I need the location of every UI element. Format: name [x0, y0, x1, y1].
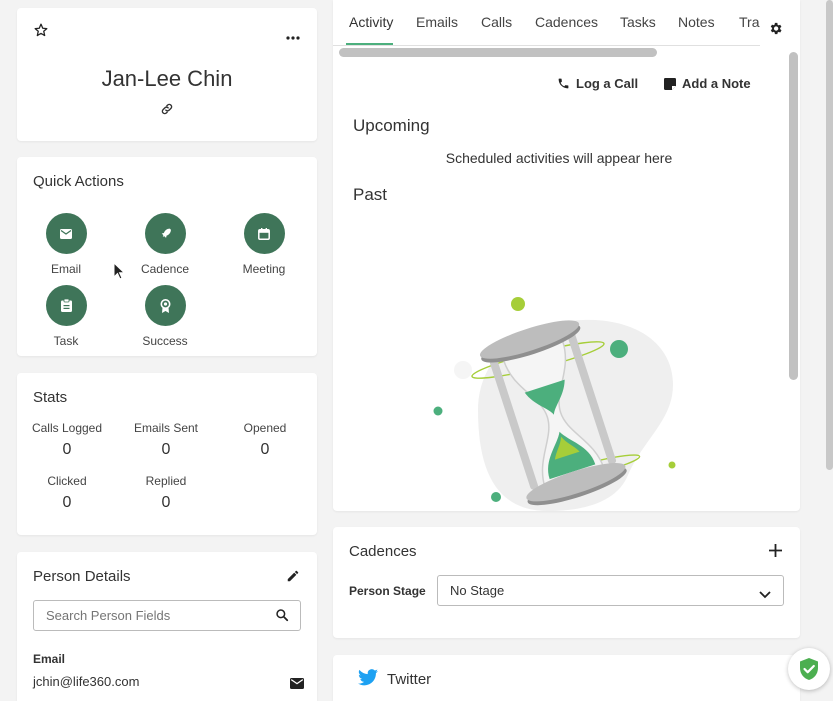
security-shield-badge[interactable]	[788, 648, 830, 690]
person-name: Jan-Lee Chin	[101, 66, 233, 91]
add-note-label: Add a Note	[682, 75, 751, 91]
tabs-horizontal-scrollbar[interactable]	[339, 48, 657, 57]
quick-actions-title: Quick Actions	[33, 173, 124, 190]
stat-calls-logged: Calls Logged 0	[17, 421, 117, 459]
active-tab-underline	[346, 43, 393, 45]
stats-title: Stats	[33, 389, 68, 406]
success-action-label: Success	[142, 334, 188, 348]
tab-emails[interactable]: Emails	[416, 14, 458, 30]
stat-value: 0	[260, 441, 270, 458]
add-note-button[interactable]: Add a Note	[664, 74, 751, 92]
stat-label: Clicked	[47, 474, 87, 488]
chevron-down-icon	[759, 586, 771, 599]
twitter-title: Twitter	[387, 671, 432, 688]
person-stage-label: Person Stage	[349, 584, 426, 598]
activity-vertical-scrollbar[interactable]	[789, 52, 798, 380]
stats-card: Stats Calls Logged 0 Emails Sent 0 Opene…	[17, 373, 317, 535]
stat-value: 0	[62, 441, 72, 458]
edit-icon[interactable]	[286, 569, 300, 583]
calendar-icon	[243, 213, 285, 254]
rocket-icon	[144, 213, 186, 254]
add-icon[interactable]	[769, 544, 782, 557]
gear-icon[interactable]	[768, 21, 783, 36]
award-icon	[144, 285, 186, 326]
phone-icon	[557, 77, 570, 90]
activity-card: Activity Emails Calls Cadences Tasks Not…	[333, 0, 800, 511]
person-details-card: Person Details Email jchin@life360.com	[17, 552, 317, 701]
mail-icon	[45, 213, 87, 254]
email-action-label: Email	[50, 262, 81, 276]
log-call-label: Log a Call	[576, 75, 639, 91]
log-call-button[interactable]: Log a Call	[557, 74, 638, 92]
stat-label: Replied	[145, 474, 187, 488]
cadences-title: Cadences	[349, 543, 417, 560]
stat-value: 0	[62, 494, 72, 511]
search-input[interactable]	[34, 601, 270, 630]
search-person-fields	[33, 600, 301, 631]
search-icon[interactable]	[275, 608, 289, 622]
mouse-cursor-icon	[113, 261, 126, 280]
page-scrollbar[interactable]	[826, 0, 833, 470]
clipboard-icon	[45, 285, 87, 326]
stat-value: 0	[161, 441, 171, 458]
stat-label: Opened	[243, 421, 287, 435]
cadence-action-label: Cadence	[140, 262, 190, 276]
twitter-card: Twitter	[333, 655, 800, 701]
task-action-button[interactable]: Task	[33, 285, 99, 348]
stat-value: 0	[161, 494, 171, 511]
cadence-action-button[interactable]: Cadence	[132, 213, 198, 276]
person-header-card: Jan-Lee Chin	[17, 8, 317, 141]
tab-cadences[interactable]: Cadences	[535, 14, 598, 30]
task-action-label: Task	[53, 334, 79, 348]
upcoming-empty-message: Scheduled activities will appear here	[445, 150, 673, 166]
tab-tasks[interactable]: Tasks	[620, 14, 656, 30]
twitter-icon	[358, 669, 378, 686]
past-title: Past	[353, 185, 388, 204]
tab-calls[interactable]: Calls	[481, 14, 512, 30]
activity-tabs: Activity Emails Calls Cadences Tasks Not…	[333, 0, 760, 46]
quick-actions-card: Quick Actions Email Cadence Meeting Task…	[17, 157, 317, 356]
meeting-action-button[interactable]: Meeting	[231, 213, 297, 276]
person-stage-select[interactable]: No Stage	[437, 575, 784, 606]
star-icon[interactable]	[34, 23, 48, 37]
stat-replied: Replied 0	[116, 474, 216, 512]
cadences-card: Cadences Person Stage No Stage	[333, 527, 800, 638]
tab-notes[interactable]: Notes	[678, 14, 715, 30]
shield-check-icon	[798, 657, 820, 681]
more-options-icon[interactable]	[286, 28, 300, 40]
send-email-icon[interactable]	[290, 676, 304, 689]
success-action-button[interactable]: Success	[132, 285, 198, 348]
link-icon[interactable]	[160, 102, 174, 116]
meeting-action-label: Meeting	[242, 262, 286, 276]
note-icon	[664, 77, 676, 90]
tab-tracking[interactable]: Trac	[739, 14, 760, 30]
email-field-label: Email	[33, 652, 66, 666]
stat-emails-sent: Emails Sent 0	[116, 421, 216, 459]
email-field-value[interactable]: jchin@life360.com	[33, 674, 139, 689]
person-details-title: Person Details	[33, 568, 131, 585]
stat-clicked: Clicked 0	[17, 474, 117, 512]
person-stage-value: No Stage	[450, 583, 505, 598]
stat-opened: Opened 0	[215, 421, 315, 459]
stat-label: Emails Sent	[133, 421, 199, 435]
hourglass-illustration	[423, 290, 683, 511]
email-action-button[interactable]: Email	[33, 213, 99, 276]
stat-label: Calls Logged	[31, 421, 103, 435]
tab-activity[interactable]: Activity	[349, 14, 393, 30]
upcoming-title: Upcoming	[353, 116, 430, 135]
